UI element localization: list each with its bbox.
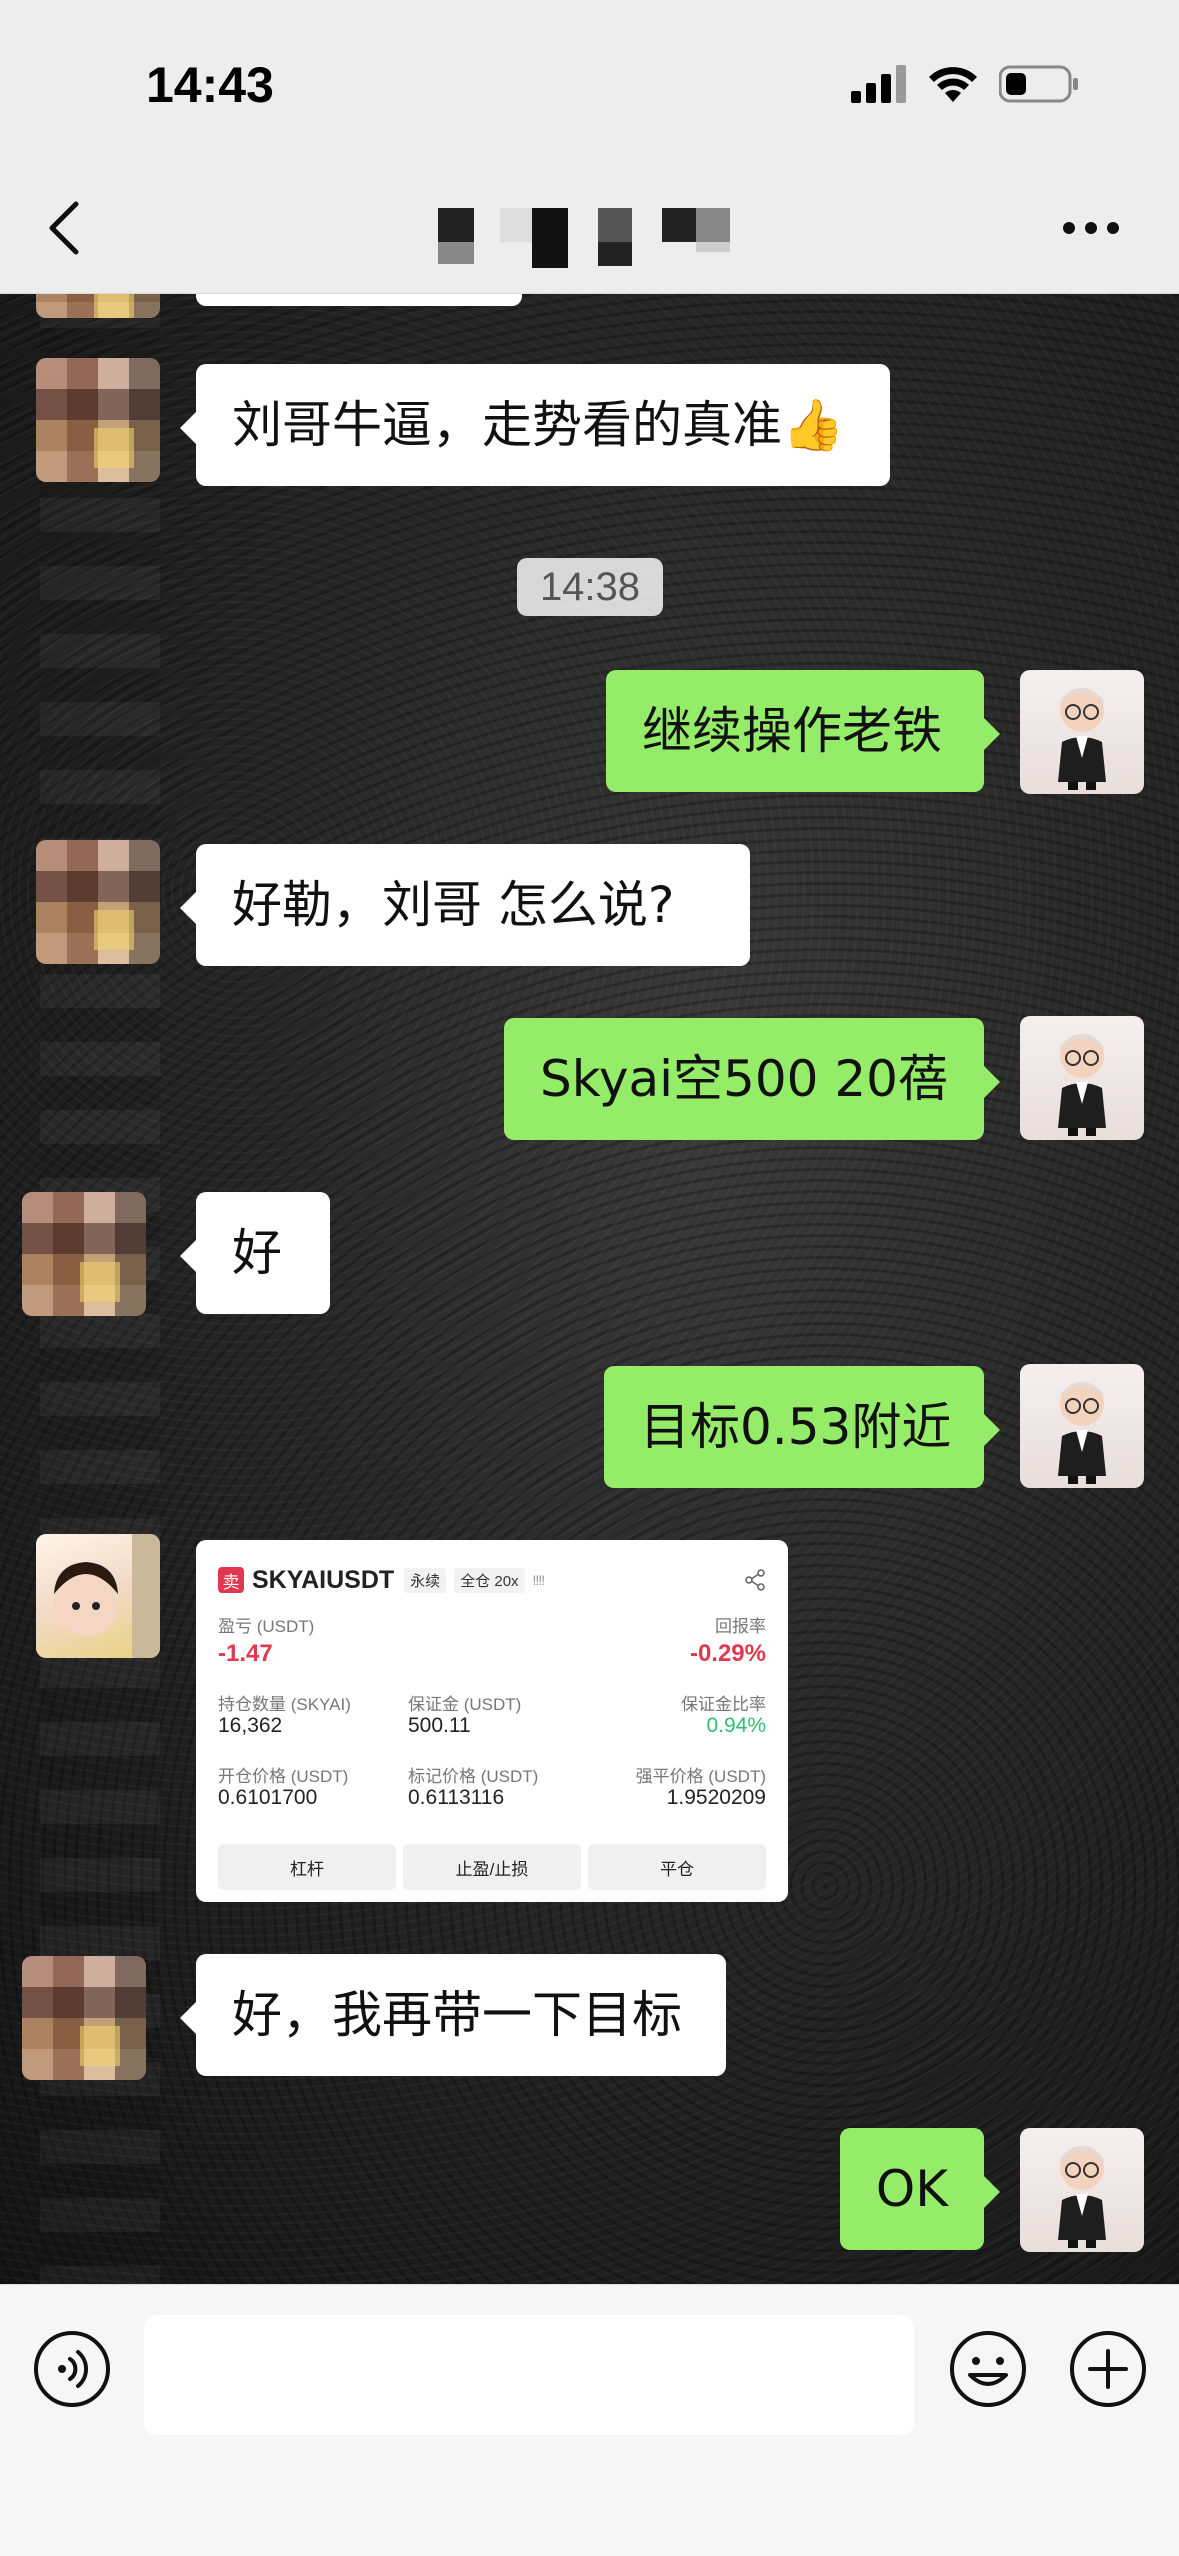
- close-position-button[interactable]: 平仓: [588, 1844, 766, 1890]
- avatar[interactable]: [36, 1534, 160, 1658]
- avatar[interactable]: [22, 1192, 146, 1316]
- trade-card-header: 卖 SKYAIUSDT 永续 全仓 20x !!!!: [218, 1562, 766, 1598]
- message-bubble[interactable]: Skyai空500 20蓓: [504, 1018, 1000, 1140]
- chat-area[interactable]: 刘哥牛逼，走势看的真准👍 14:38 继续操作老铁 好勒，刘哥 怎么说? Sky…: [0, 294, 1179, 2284]
- timestamp: 14:38: [517, 558, 663, 616]
- message-text: 目标0.53附近: [640, 1398, 952, 1456]
- leverage-button[interactable]: 杠杆: [218, 1844, 396, 1890]
- chat-title-pixelated: [430, 194, 750, 268]
- avatar[interactable]: [36, 294, 160, 318]
- status-icons: [851, 64, 1079, 108]
- avatar-self[interactable]: [1020, 1016, 1144, 1140]
- nav-bar: [0, 160, 1179, 294]
- input-bar: [0, 2284, 1179, 2556]
- liq-price-value: 1.9520209: [666, 1786, 766, 1809]
- status-time: 14:43: [146, 57, 274, 113]
- message-bubble[interactable]: 好，我再带一下目标: [180, 1954, 726, 2076]
- avatar-self[interactable]: [1020, 1364, 1144, 1488]
- message-input[interactable]: [144, 2315, 914, 2435]
- margin-ratio-value: 0.94%: [706, 1714, 766, 1737]
- message-text: 继续操作老铁: [642, 702, 942, 760]
- battery-icon: [998, 64, 1079, 108]
- avatar-illustration: [1058, 1382, 1106, 1484]
- status-bar: 14:43: [0, 0, 1179, 160]
- signal-icon: [851, 65, 907, 107]
- roe-label: 回报率: [715, 1617, 766, 1636]
- message-bubble[interactable]: 好勒，刘哥 怎么说?: [180, 844, 750, 966]
- avatar-illustration: [1058, 2146, 1106, 2248]
- back-icon[interactable]: [44, 200, 88, 256]
- message-bubble[interactable]: 好: [180, 1192, 330, 1314]
- tpsl-button[interactable]: 止盈/止损: [403, 1844, 581, 1890]
- sell-badge: 卖: [218, 1567, 244, 1593]
- avatar-illustration: [54, 1534, 160, 1658]
- message-bubble[interactable]: 继续操作老铁: [606, 670, 1000, 792]
- avatar-illustration: [1058, 1034, 1106, 1136]
- message-bubble[interactable]: OK: [840, 2128, 1000, 2250]
- size-value: 16,362: [218, 1714, 283, 1737]
- margin-mode-tag: 全仓 20x: [454, 1567, 525, 1593]
- message-bubble-partial: [196, 294, 522, 306]
- perpetual-tag: 永续: [404, 1567, 447, 1593]
- avatar[interactable]: [36, 840, 160, 964]
- margin-ratio-label: 保证金比率: [681, 1695, 766, 1714]
- pnl-value: -1.47: [218, 1640, 273, 1667]
- more-icon[interactable]: [1059, 216, 1123, 240]
- avatar-illustration: [1058, 688, 1106, 790]
- trade-position-card[interactable]: 卖 SKYAIUSDT 永续 全仓 20x !!!! 盈亏 (USDT) 回报率…: [196, 1540, 788, 1902]
- roe-value: -0.29%: [689, 1640, 766, 1667]
- message-bubble[interactable]: 目标0.53附近: [604, 1366, 1000, 1488]
- liq-price-label: 强平价格 (USDT): [635, 1767, 766, 1786]
- mark-price-value: 0.6113116: [408, 1786, 505, 1809]
- trade-symbol: SKYAIUSDT: [252, 1565, 395, 1594]
- message-text: 好: [232, 1224, 282, 1282]
- wifi-icon: [927, 64, 979, 108]
- mark-price-label: 标记价格 (USDT): [408, 1767, 539, 1786]
- message-text: 好，我再带一下目标: [232, 1986, 682, 2044]
- entry-price-value: 0.6101700: [218, 1786, 318, 1809]
- avatar[interactable]: [36, 358, 160, 482]
- margin-value: 500.11: [408, 1714, 471, 1737]
- emoji-icon[interactable]: [948, 2329, 1028, 2409]
- size-label: 持仓数量 (SKYAI): [218, 1695, 351, 1714]
- voice-icon[interactable]: [32, 2329, 112, 2409]
- avatar-self[interactable]: [1020, 670, 1144, 794]
- message-text: 好勒，刘哥 怎么说?: [232, 876, 675, 934]
- share-icon[interactable]: [744, 1569, 766, 1591]
- pnl-label: 盈亏 (USDT): [218, 1617, 315, 1636]
- risk-bars: !!!!: [532, 1572, 546, 1588]
- message-text: Skyai空500 20蓓: [540, 1050, 948, 1108]
- message-text: OK: [875, 2160, 949, 2218]
- avatar-self[interactable]: [1020, 2128, 1144, 2252]
- message-text: 刘哥牛逼，走势看的真准👍: [232, 396, 845, 454]
- plus-icon[interactable]: [1068, 2329, 1148, 2409]
- margin-label: 保证金 (USDT): [408, 1695, 522, 1714]
- entry-price-label: 开仓价格 (USDT): [218, 1767, 349, 1786]
- message-bubble[interactable]: 刘哥牛逼，走势看的真准👍: [180, 364, 890, 486]
- avatar[interactable]: [22, 1956, 146, 2080]
